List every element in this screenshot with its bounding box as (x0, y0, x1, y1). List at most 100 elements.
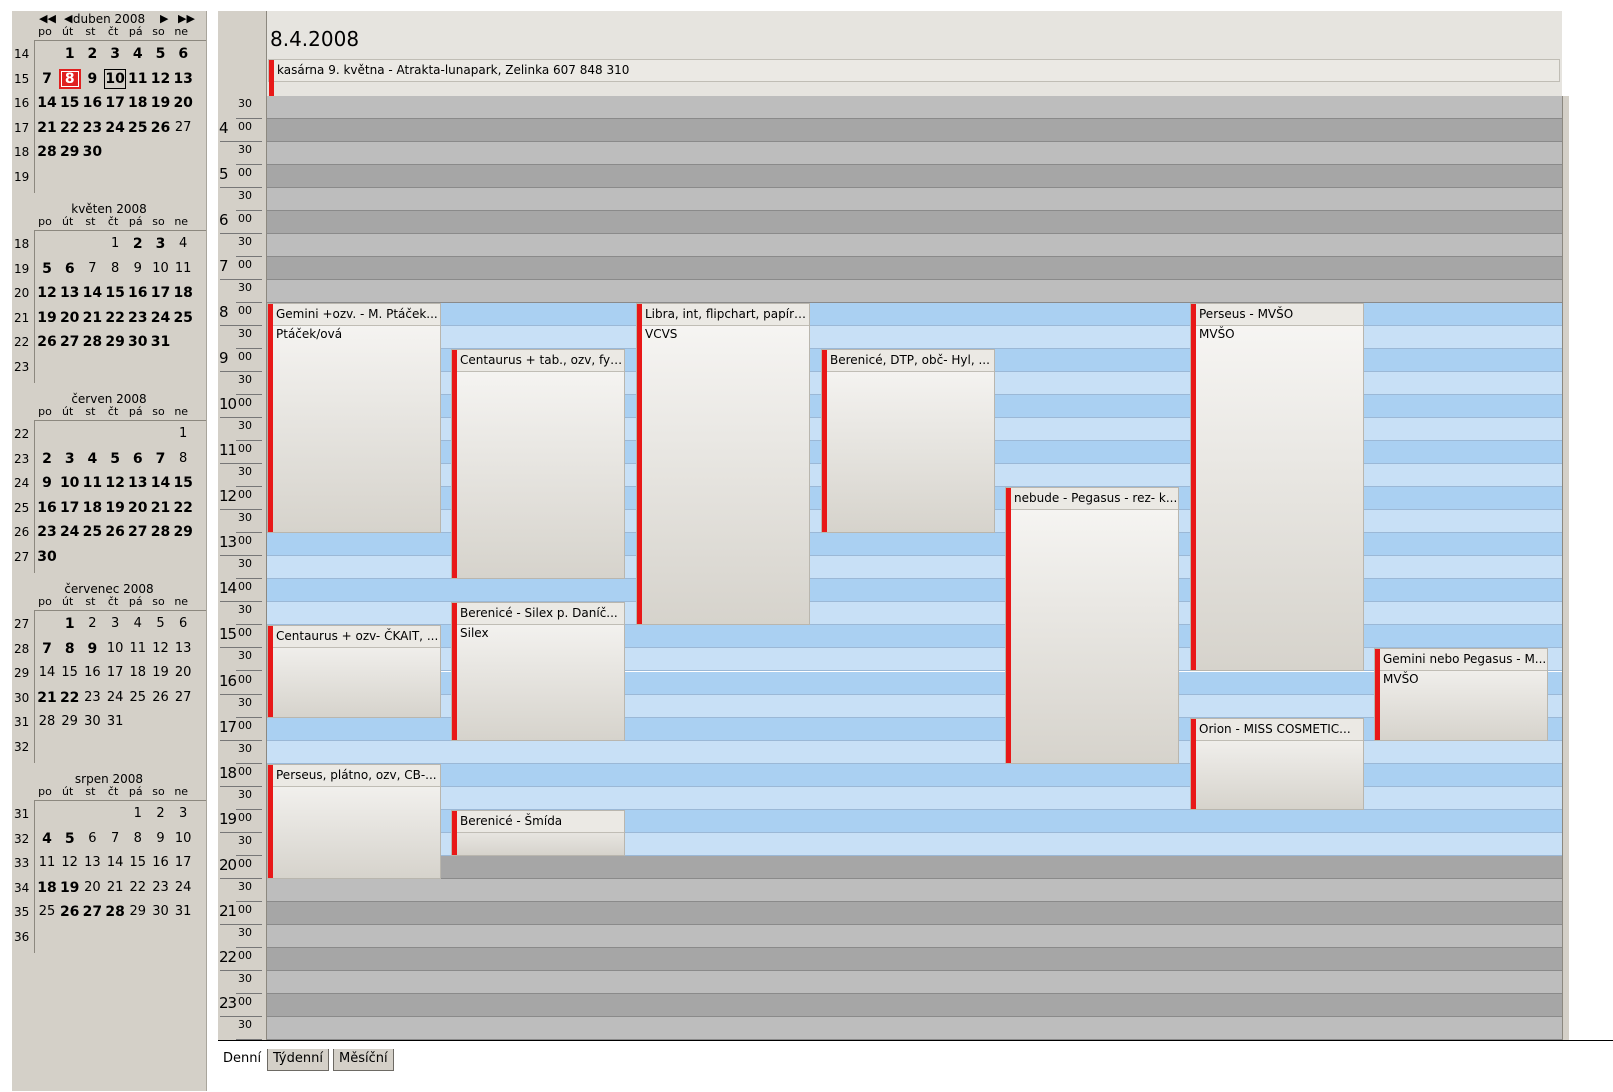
time-slot[interactable] (267, 855, 1562, 879)
mini-day[interactable]: 13 (59, 283, 81, 303)
mini-day[interactable]: 25 (81, 522, 103, 542)
mini-day[interactable]: 6 (81, 829, 103, 849)
mini-day[interactable]: 24 (104, 118, 126, 138)
mini-day[interactable]: 14 (36, 93, 58, 113)
mini-day[interactable]: 3 (104, 614, 126, 634)
next-year-icon[interactable]: ▶▶ (178, 13, 195, 25)
mini-day[interactable]: 5 (36, 259, 58, 279)
mini-day[interactable]: 7 (150, 449, 172, 469)
week-number[interactable]: 31 (12, 712, 34, 732)
mini-day[interactable]: 24 (59, 522, 81, 542)
mini-day[interactable]: 28 (150, 522, 172, 542)
time-slot[interactable] (267, 234, 1562, 258)
mini-day[interactable]: 8 (104, 259, 126, 279)
mini-day[interactable]: 1 (172, 424, 194, 444)
week-number[interactable]: 28 (12, 639, 34, 659)
mini-day[interactable]: 17 (104, 93, 126, 113)
mini-day[interactable]: 25 (127, 688, 149, 708)
mini-day[interactable]: 16 (81, 93, 103, 113)
mini-day[interactable]: 23 (127, 308, 149, 328)
mini-day[interactable]: 25 (36, 902, 58, 922)
mini-day[interactable]: 3 (59, 449, 81, 469)
mini-day[interactable]: 3 (104, 44, 126, 64)
mini-day[interactable]: 13 (127, 473, 149, 493)
mini-day[interactable]: 24 (172, 878, 194, 898)
appointment[interactable]: Gemini +ozv. - M. Ptáček... Ptáček/ová (267, 303, 441, 534)
mini-day[interactable]: 27 (81, 902, 103, 922)
time-slot[interactable] (267, 142, 1562, 166)
mini-day[interactable]: 1 (59, 44, 81, 64)
week-number[interactable]: 22 (12, 332, 34, 352)
mini-day[interactable]: 29 (104, 332, 126, 352)
mini-day[interactable]: 20 (172, 663, 194, 683)
mini-day[interactable]: 30 (127, 332, 149, 352)
mini-day[interactable]: 12 (59, 853, 81, 873)
mini-day[interactable]: 29 (59, 712, 81, 732)
time-slot[interactable] (267, 763, 1562, 787)
week-number[interactable]: 19 (12, 167, 34, 187)
mini-day[interactable]: 21 (150, 498, 172, 518)
week-number[interactable]: 20 (12, 283, 34, 303)
mini-day[interactable]: 1 (104, 234, 126, 254)
mini-day[interactable]: 22 (104, 308, 126, 328)
week-number[interactable]: 26 (12, 522, 34, 542)
mini-day[interactable]: 14 (150, 473, 172, 493)
mini-day[interactable]: 20 (127, 498, 149, 518)
mini-day[interactable]: 28 (81, 332, 103, 352)
prev-year-icon[interactable]: ◀◀ (39, 13, 56, 25)
mini-day[interactable]: 30 (36, 547, 58, 567)
mini-day[interactable]: 22 (127, 878, 149, 898)
time-slot[interactable] (267, 326, 1562, 350)
appointment[interactable]: Perseus, plátno, ozv, CB-... (267, 763, 441, 879)
mini-day[interactable]: 14 (104, 853, 126, 873)
mini-day[interactable]: 6 (127, 449, 149, 469)
mini-day[interactable]: 6 (172, 44, 194, 64)
appointment[interactable]: Gemini nebo Pegasus - M... MVŠO (1374, 648, 1548, 741)
next-month-icon[interactable]: ▶ (160, 13, 168, 25)
week-number[interactable]: 23 (12, 449, 34, 469)
mini-day[interactable]: 26 (59, 902, 81, 922)
mini-day[interactable]: 13 (172, 639, 194, 659)
mini-day[interactable]: 19 (150, 663, 172, 683)
mini-day[interactable]: 2 (36, 449, 58, 469)
mini-day[interactable]: 26 (104, 522, 126, 542)
mini-day[interactable]: 29 (127, 902, 149, 922)
week-number[interactable]: 18 (12, 142, 34, 162)
week-number[interactable]: 21 (12, 308, 34, 328)
time-slot[interactable] (267, 924, 1562, 948)
mini-day[interactable]: 12 (36, 283, 58, 303)
mini-day[interactable]: 2 (81, 44, 103, 64)
mini-day[interactable]: 31 (150, 332, 172, 352)
week-number[interactable]: 33 (12, 853, 34, 873)
mini-day[interactable]: 21 (81, 308, 103, 328)
appointment[interactable]: Berenicé - Šmída (451, 809, 625, 856)
mini-day[interactable]: 10 (104, 639, 126, 659)
mini-day[interactable]: 9 (127, 259, 149, 279)
mini-day[interactable]: 23 (81, 688, 103, 708)
mini-day[interactable]: 4 (127, 44, 149, 64)
mini-day[interactable]: 26 (150, 118, 172, 138)
mini-day[interactable]: 12 (150, 69, 172, 89)
mini-day[interactable]: 22 (172, 498, 194, 518)
mini-day[interactable]: 12 (150, 639, 172, 659)
week-number[interactable]: 31 (12, 804, 34, 824)
mini-day[interactable]: 27 (172, 688, 194, 708)
scrollbar-track[interactable] (1562, 96, 1569, 1040)
time-slot[interactable] (267, 188, 1562, 212)
week-number[interactable]: 30 (12, 688, 34, 708)
mini-day[interactable]: 8 (172, 449, 194, 469)
mini-day[interactable]: 20 (81, 878, 103, 898)
mini-day[interactable]: 30 (81, 712, 103, 732)
mini-day[interactable]: 7 (81, 259, 103, 279)
time-slot[interactable] (267, 280, 1562, 304)
week-number[interactable]: 29 (12, 663, 34, 683)
time-slot[interactable] (267, 740, 1562, 764)
appointment[interactable]: Libra, int, flipchart, papíry ... VCVS (636, 303, 810, 626)
mini-day[interactable]: 11 (36, 853, 58, 873)
mini-day[interactable]: 2 (81, 614, 103, 634)
mini-day[interactable]: 9 (150, 829, 172, 849)
mini-day[interactable]: 7 (36, 69, 58, 89)
mini-day[interactable]: 4 (81, 449, 103, 469)
mini-day[interactable]: 18 (127, 663, 149, 683)
mini-day[interactable]: 22 (59, 118, 81, 138)
